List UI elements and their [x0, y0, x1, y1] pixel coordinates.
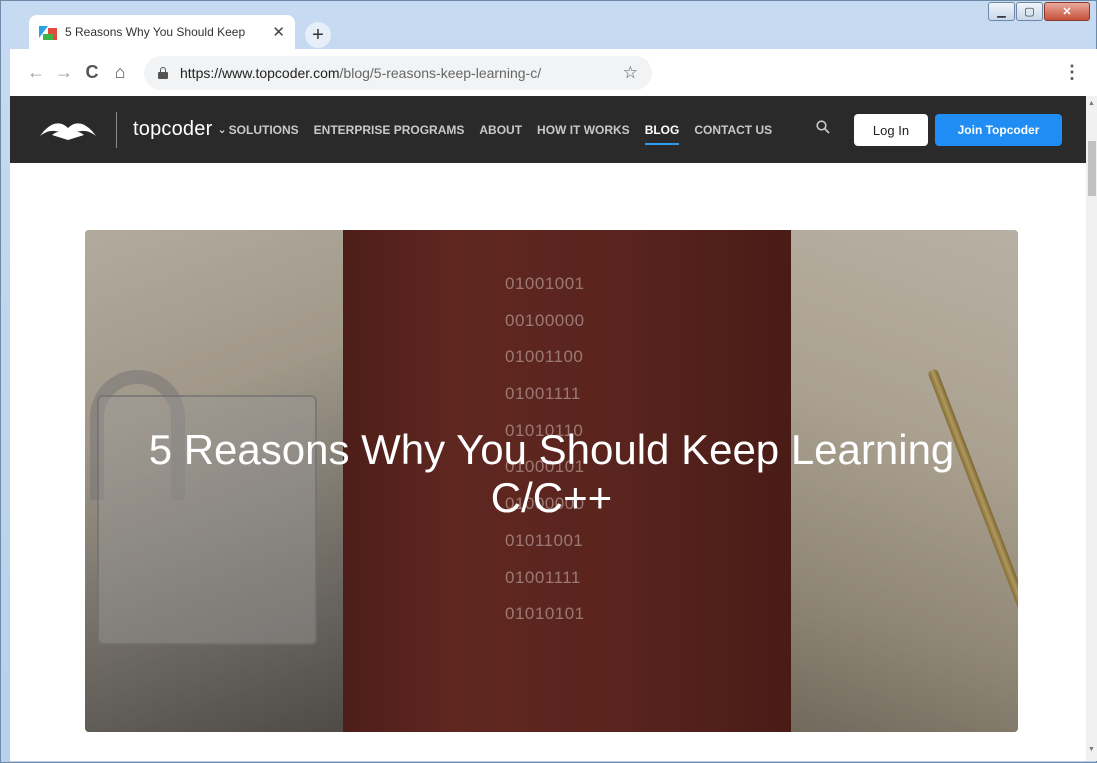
nav-item-blog[interactable]: BLOG [644, 123, 679, 145]
lock-icon[interactable] [158, 66, 168, 79]
binary-line: 01001001 [505, 274, 585, 293]
url-path: /blog/5-reasons-keep-learning-c/ [339, 64, 542, 81]
page-scrollbar[interactable]: ▲ ▼ [1086, 96, 1097, 761]
browser-window: ▁ ▢ ✕ 5 Reasons Why You Should Keep ✕ + … [0, 0, 1097, 763]
binary-line: 01001111 [505, 567, 581, 587]
browser-tab[interactable]: 5 Reasons Why You Should Keep ✕ [29, 15, 295, 49]
binary-line: 01001100 [505, 347, 584, 367]
nav-item-enterprise-programs[interactable]: ENTERPRISE PROGRAMS [314, 123, 465, 137]
topcoder-favicon-icon [39, 24, 57, 40]
chevron-down-icon[interactable]: ⌄ [217, 123, 226, 136]
main-nav: ⌄ SOLUTIONS ENTERPRISE PROGRAMS ABOUT HO… [217, 123, 787, 145]
url-text: https://www.topcoder.com/blog/5-reasons-… [180, 65, 541, 81]
join-topcoder-button[interactable]: Join Topcoder [935, 114, 1062, 146]
login-button[interactable]: Log In [854, 114, 928, 146]
back-icon[interactable]: ← [22, 62, 50, 83]
url-host: https://www.topcoder.com [180, 64, 340, 81]
home-icon[interactable]: ⌂ [106, 62, 134, 83]
reload-icon[interactable]: C [78, 62, 106, 83]
forward-icon[interactable]: → [50, 62, 78, 83]
nav-item-about[interactable]: ABOUT [479, 123, 522, 137]
binary-line: 01001111 [505, 384, 581, 404]
nav-item-solutions[interactable]: SOLUTIONS [229, 123, 299, 137]
binary-line: 01011001 [505, 530, 584, 550]
scroll-thumb[interactable] [1088, 141, 1096, 196]
browser-toolbar: ← → C ⌂ https://www.topcoder.com/blog/5-… [10, 49, 1097, 96]
window-controls: ▁ ▢ ✕ [987, 2, 1090, 21]
bookmark-star-icon[interactable]: ☆ [623, 63, 638, 83]
page-viewport: topcoder ⌄ SOLUTIONS ENTERPRISE PROGRAMS… [10, 96, 1086, 761]
tab-close-icon[interactable]: ✕ [272, 23, 285, 41]
search-icon[interactable] [816, 120, 830, 134]
site-header: topcoder ⌄ SOLUTIONS ENTERPRISE PROGRAMS… [10, 96, 1086, 163]
topcoder-logo-icon[interactable] [38, 118, 98, 142]
browser-menu-icon[interactable]: ⋮ [1063, 62, 1081, 83]
minimize-button[interactable]: ▁ [988, 2, 1015, 21]
tab-title: 5 Reasons Why You Should Keep [65, 25, 246, 39]
scroll-up-arrow-icon[interactable]: ▲ [1088, 100, 1095, 107]
article-title: 5 Reasons Why You Should Keep Learning C… [148, 426, 955, 521]
binary-line: 01010101 [505, 604, 585, 624]
address-bar[interactable]: https://www.topcoder.com/blog/5-reasons-… [144, 55, 652, 90]
new-tab-button[interactable]: + [305, 22, 331, 48]
hero-banner: 01001001 00100000 01001100 01001111 0101… [85, 230, 1018, 732]
logo-text[interactable]: topcoder [133, 118, 212, 141]
logo-divider [116, 111, 117, 148]
nav-item-contact-us[interactable]: CONTACT US [694, 123, 772, 137]
scroll-down-arrow-icon[interactable]: ▼ [1088, 746, 1095, 753]
close-window-button[interactable]: ✕ [1044, 2, 1090, 21]
nav-item-how-it-works[interactable]: HOW IT WORKS [537, 123, 630, 137]
restore-button[interactable]: ▢ [1016, 2, 1043, 21]
binary-line: 00100000 [505, 310, 585, 330]
